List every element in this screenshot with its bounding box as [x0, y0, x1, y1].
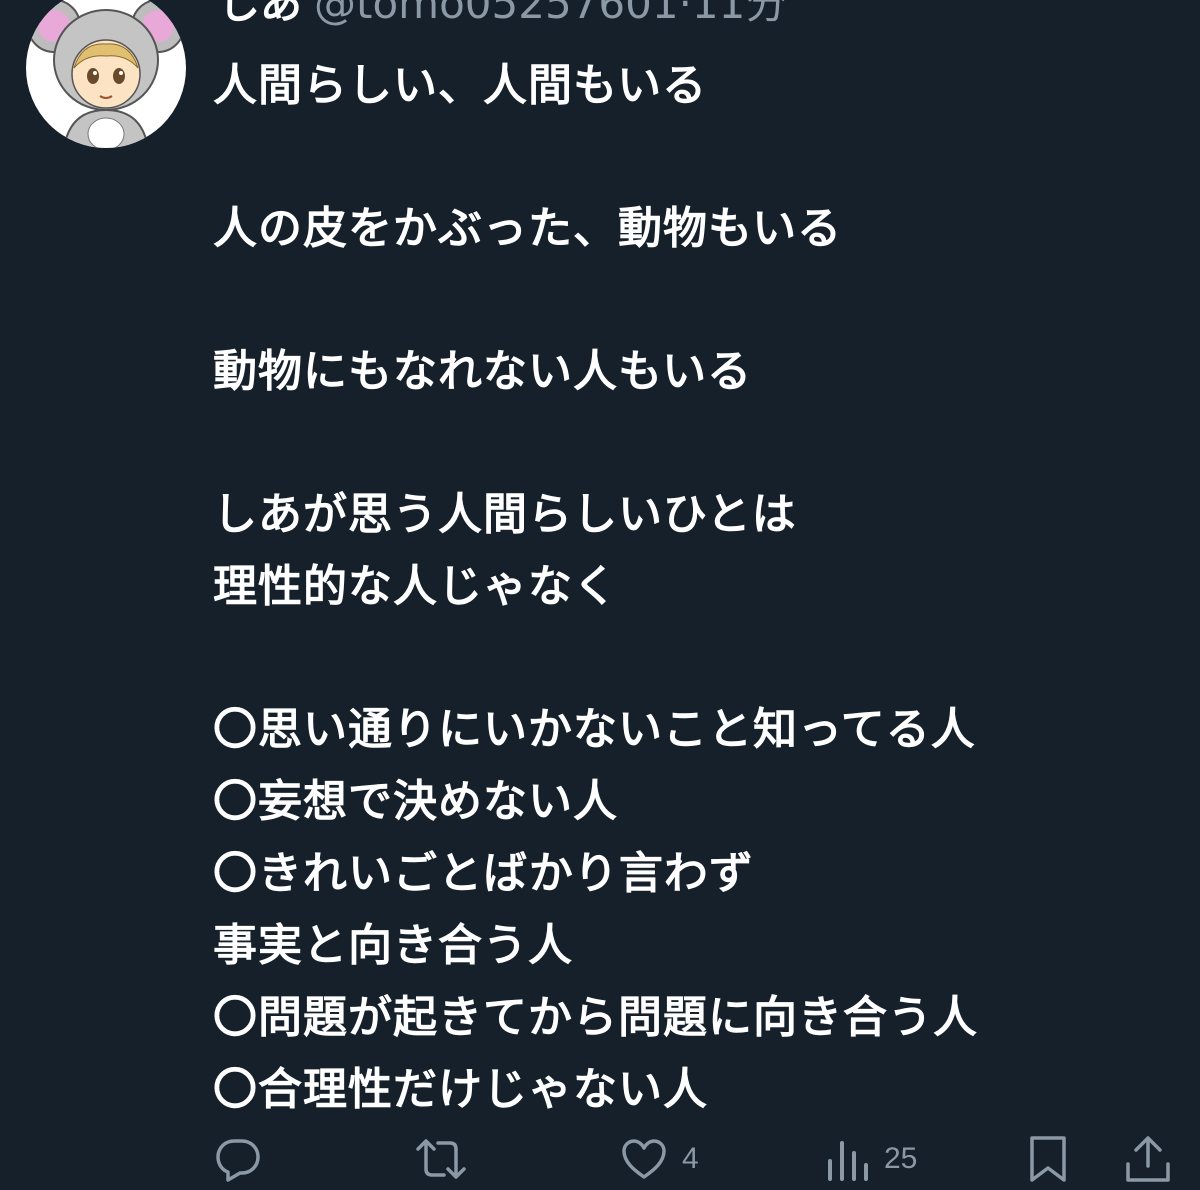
tweet-line: 〇妄想で決めない人	[213, 776, 618, 827]
tweet-line: 〇思い通りにいかないこと知ってる人	[213, 704, 976, 755]
tweet-line: 事実と向き合う人	[213, 920, 573, 971]
reply-button[interactable]	[214, 1134, 262, 1184]
retweet-icon	[414, 1135, 468, 1183]
user-handle[interactable]: @tomo05257601	[314, 0, 679, 28]
reply-icon	[214, 1135, 262, 1183]
time-separator: ·	[678, 0, 692, 28]
action-bar: 4 25	[0, 1128, 1200, 1190]
like-button[interactable]: 4	[620, 1134, 699, 1184]
tweet-line: 動物にもなれない人もいる	[213, 346, 753, 397]
bookmark-icon	[1028, 1134, 1068, 1184]
tweet-line: 〇きれいごとばかり言わず	[213, 848, 754, 899]
heart-icon	[620, 1135, 668, 1183]
tweet-line: 人の皮をかぶった、動物もいる	[213, 203, 843, 254]
share-button[interactable]	[1124, 1134, 1172, 1184]
like-count: 4	[682, 1142, 699, 1175]
views-button[interactable]: 25	[826, 1134, 917, 1184]
tweet-line: 理性的な人じゃなく	[213, 561, 618, 612]
views-count: 25	[884, 1142, 918, 1175]
tweet[interactable]: しあ @tomo05257601·11分 人間らしい、人間もいる 人の皮をかぶった…	[0, 0, 1200, 1190]
tweet-line: 〇合理性だけじゃない人	[213, 1064, 708, 1115]
more-horizontal-icon[interactable]	[1120, 0, 1180, 32]
tweet-line: しあが思う人間らしいひとは	[213, 489, 797, 540]
tweet-header: しあ @tomo05257601·11分	[218, 0, 787, 32]
avatar-mouse-illustration	[27, 0, 185, 148]
tweet-line: 人間らしい、人間もいる	[213, 60, 708, 111]
avatar[interactable]	[26, 0, 186, 148]
bookmark-button[interactable]	[1028, 1134, 1068, 1184]
share-icon	[1124, 1134, 1172, 1184]
views-chart-icon	[826, 1135, 870, 1183]
tweet-line: 〇問題が起きてから問題に向き合う人	[213, 992, 978, 1043]
post-time[interactable]: 11分	[692, 0, 787, 28]
retweet-button[interactable]	[414, 1134, 468, 1184]
tweet-text: 人間らしい、人間もいる 人の皮をかぶった、動物もいる 動物にもなれない人もいる …	[213, 50, 1173, 1126]
display-name[interactable]: しあ	[218, 0, 302, 28]
